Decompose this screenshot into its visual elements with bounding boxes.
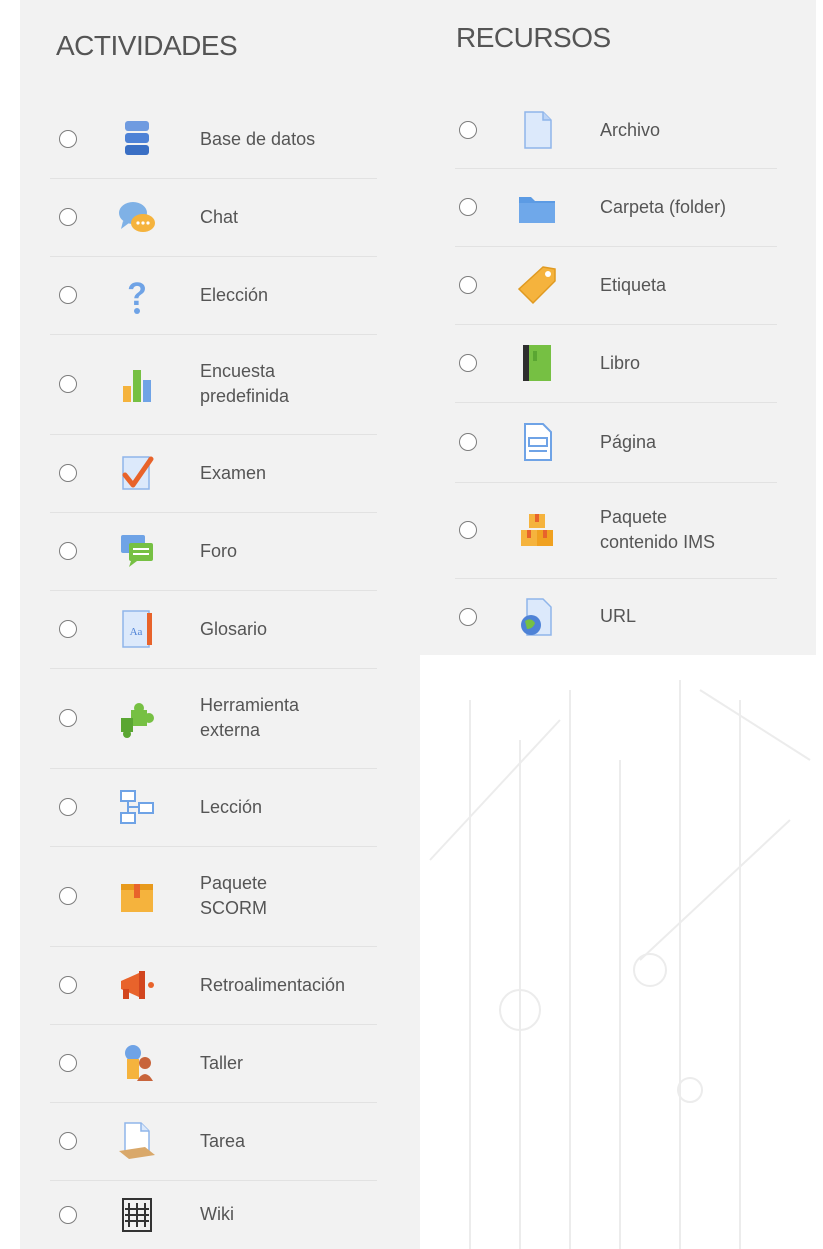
activity-radio-6[interactable]: [59, 542, 77, 560]
svg-text:?: ?: [127, 276, 147, 312]
megaphone-icon: [115, 963, 159, 1007]
activity-radio-9[interactable]: [59, 798, 77, 816]
survey-chart-icon: [115, 362, 159, 406]
activity-label-2[interactable]: Chat: [200, 205, 415, 230]
activity-label-3[interactable]: Elección: [200, 283, 415, 308]
resources-panel: RECURSOS Archivo Carpeta (folder) Etiqueta…: [420, 0, 816, 655]
quiz-check-icon: [115, 451, 159, 495]
resource-radio-6[interactable]: [459, 521, 477, 539]
activity-label-8[interactable]: Herramienta externa: [200, 693, 415, 743]
question-icon: ?: [115, 273, 159, 317]
row-separator: [455, 578, 777, 579]
book-icon: [515, 341, 559, 385]
activity-radio-13[interactable]: [59, 1132, 77, 1150]
wiki-icon: [115, 1193, 159, 1237]
activity-radio-2[interactable]: [59, 208, 77, 226]
row-separator: [50, 668, 377, 669]
activity-label-1[interactable]: Base de datos: [200, 127, 415, 152]
workshop-icon: [115, 1041, 159, 1085]
activities-panel: ACTIVIDADES Base de datos Chat? Elección En…: [20, 0, 420, 1249]
assignment-icon: [115, 1119, 159, 1163]
ims-package-icon: [515, 508, 559, 552]
row-separator: [50, 434, 377, 435]
resource-radio-4[interactable]: [459, 354, 477, 372]
resource-label-6[interactable]: Paquete contenido IMS: [600, 505, 810, 555]
resource-label-2[interactable]: Carpeta (folder): [600, 195, 810, 220]
row-separator: [50, 178, 377, 179]
activity-radio-12[interactable]: [59, 1054, 77, 1072]
row-separator: [50, 846, 377, 847]
resource-radio-1[interactable]: [459, 121, 477, 139]
resource-radio-5[interactable]: [459, 433, 477, 451]
row-separator: [455, 168, 777, 169]
activity-radio-14[interactable]: [59, 1205, 77, 1224]
activity-radio-8[interactable]: [59, 709, 77, 727]
activity-radio-5[interactable]: [59, 464, 77, 482]
row-separator: [50, 590, 377, 591]
row-separator: [455, 246, 777, 247]
resource-label-5[interactable]: Página: [600, 430, 810, 455]
activity-label-11[interactable]: Retroalimentación: [200, 973, 415, 998]
row-separator: [455, 482, 777, 483]
row-separator: [50, 768, 377, 769]
activity-radio-1[interactable]: [59, 130, 77, 148]
resource-label-4[interactable]: Libro: [600, 351, 810, 376]
row-separator: [50, 1180, 377, 1181]
activity-label-14[interactable]: Wiki: [200, 1202, 415, 1227]
puzzle-icon: [115, 696, 159, 740]
activity-label-9[interactable]: Lección: [200, 795, 415, 820]
resource-radio-7[interactable]: [459, 607, 477, 626]
scorm-package-icon: [115, 874, 159, 918]
activity-radio-11[interactable]: [59, 976, 77, 994]
resource-radio-3[interactable]: [459, 276, 477, 294]
page-icon: [515, 420, 559, 464]
row-separator: [50, 512, 377, 513]
row-separator: [50, 256, 377, 257]
glossary-icon: Aa: [115, 607, 159, 651]
resource-label-7[interactable]: URL: [600, 604, 810, 629]
resource-label-3[interactable]: Etiqueta: [600, 273, 810, 298]
activity-radio-4[interactable]: [59, 375, 77, 393]
activity-label-7[interactable]: Glosario: [200, 617, 415, 642]
activities-heading: ACTIVIDADES: [56, 30, 238, 61]
activity-label-4[interactable]: Encuesta predefinida: [200, 359, 415, 409]
svg-text:Aa: Aa: [130, 626, 143, 638]
resource-label-1[interactable]: Archivo: [600, 118, 810, 143]
chat-icon: [115, 195, 159, 239]
resources-heading: RECURSOS: [456, 22, 611, 53]
activity-label-10[interactable]: Paquete SCORM: [200, 871, 415, 921]
row-separator: [455, 324, 777, 325]
row-separator: [50, 1102, 377, 1103]
tag-icon: [515, 263, 559, 307]
forum-icon: [115, 529, 159, 573]
folder-icon: [515, 185, 559, 229]
database-icon: [115, 117, 159, 161]
activity-label-12[interactable]: Taller: [200, 1051, 415, 1076]
lesson-flow-icon: [115, 785, 159, 829]
activity-radio-10[interactable]: [59, 887, 77, 905]
activity-label-6[interactable]: Foro: [200, 539, 415, 564]
activity-label-5[interactable]: Examen: [200, 461, 415, 486]
url-globe-icon: [515, 595, 559, 639]
row-separator: [455, 402, 777, 403]
resource-radio-2[interactable]: [459, 198, 477, 216]
activity-radio-3[interactable]: [59, 286, 77, 304]
activity-radio-7[interactable]: [59, 620, 77, 638]
file-icon: [515, 108, 559, 152]
row-separator: [50, 946, 377, 947]
row-separator: [50, 334, 377, 335]
activity-label-13[interactable]: Tarea: [200, 1129, 415, 1154]
row-separator: [50, 1024, 377, 1025]
